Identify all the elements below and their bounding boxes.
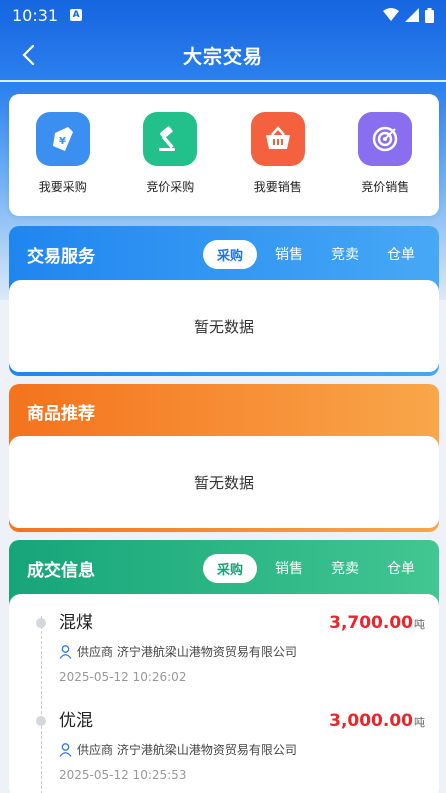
deals-list: 混煤 3,700.00 吨 供应商 济宁港航梁山港物资贸易有限公司 2025-0…	[9, 594, 439, 793]
tab-warehouse[interactable]: 仓单	[373, 244, 429, 264]
deal-price: 3,000.00	[329, 711, 413, 731]
deal-timestamp: 2025-05-12 10:26:02	[59, 670, 187, 684]
user-icon	[59, 644, 72, 659]
section-title: 商品推荐	[27, 403, 95, 424]
svg-text:¥: ¥	[59, 136, 66, 147]
quick-action-bid-purchase[interactable]: 竞价采购	[125, 112, 215, 216]
deal-item[interactable]: 混煤 3,700.00 吨 供应商 济宁港航梁山港物资贸易有限公司 2025-0…	[9, 594, 439, 692]
quick-actions-card: ¥ 我要采购 竞价采购 我要销售 竞价销售	[9, 94, 439, 216]
signal-icon	[405, 8, 419, 22]
deal-product-name: 优混	[59, 711, 93, 731]
quick-action-bid-sell[interactable]: 竞价销售	[340, 112, 430, 216]
wifi-icon	[383, 8, 399, 21]
battery-icon	[425, 7, 434, 23]
nav-bar: 大宗交易	[0, 30, 446, 82]
page-title: 大宗交易	[182, 45, 263, 68]
quick-action-sell[interactable]: 我要销售	[233, 112, 323, 216]
status-bar: 10:31 A	[0, 0, 446, 30]
quick-action-label: 我要销售	[253, 180, 302, 194]
tab-warehouse[interactable]: 仓单	[373, 558, 429, 578]
trade-service-body: 暂无数据	[9, 280, 439, 372]
deal-supplier: 供应商 济宁港航梁山港物资贸易有限公司	[77, 743, 297, 757]
tab-purchase[interactable]: 采购	[202, 553, 257, 583]
timeline-dot	[36, 716, 46, 726]
deals-section: 成交信息 采购 销售 竞卖 仓单 混煤 3,700.00 吨 供应商 济宁港航梁…	[9, 540, 439, 793]
deal-supplier: 供应商 济宁港航梁山港物资贸易有限公司	[77, 645, 297, 659]
recommend-body: 暂无数据	[9, 436, 439, 528]
deal-unit: 吨	[414, 716, 425, 729]
deal-timestamp: 2025-05-12 10:25:53	[59, 768, 187, 782]
recommend-header: 商品推荐	[9, 384, 439, 438]
section-title: 成交信息	[27, 560, 95, 581]
target-icon	[358, 112, 413, 166]
timeline-dot	[36, 618, 46, 628]
back-arrow-icon[interactable]	[16, 42, 42, 68]
tab-sell[interactable]: 销售	[261, 244, 317, 264]
deals-header: 成交信息 采购 销售 竞卖 仓单	[9, 540, 439, 596]
tab-auction[interactable]: 竞卖	[317, 558, 373, 578]
empty-state: 暂无数据	[193, 317, 254, 336]
deal-price: 3,700.00	[329, 613, 413, 633]
deal-product-name: 混煤	[59, 613, 93, 633]
basket-icon	[250, 112, 305, 166]
tab-purchase[interactable]: 采购	[202, 239, 257, 269]
trade-service-header: 交易服务 采购 销售 竞卖 仓单	[9, 226, 439, 282]
quick-action-label: 我要采购	[38, 180, 87, 194]
deals-tabs: 采购 销售 竞卖 仓单	[202, 553, 429, 583]
notification-icon: A	[70, 9, 83, 21]
quick-action-purchase[interactable]: ¥ 我要采购	[18, 112, 108, 216]
tab-sell[interactable]: 销售	[261, 558, 317, 578]
auction-hammer-icon	[143, 112, 198, 166]
trade-service-section: 交易服务 采购 销售 竞卖 仓单 暂无数据	[9, 226, 439, 376]
deal-unit: 吨	[414, 618, 425, 631]
section-title: 交易服务	[27, 246, 95, 267]
purchase-bag-icon: ¥	[35, 112, 90, 166]
deal-item[interactable]: 优混 3,000.00 吨 供应商 济宁港航梁山港物资贸易有限公司 2025-0…	[9, 692, 439, 790]
recommend-section: 商品推荐 暂无数据	[9, 384, 439, 532]
tab-auction[interactable]: 竞卖	[317, 244, 373, 264]
quick-action-label: 竞价销售	[361, 180, 410, 194]
quick-action-label: 竞价采购	[146, 180, 195, 194]
status-time: 10:31	[12, 5, 59, 25]
trade-service-tabs: 采购 销售 竞卖 仓单	[202, 239, 429, 269]
user-icon	[59, 742, 72, 757]
empty-state: 暂无数据	[193, 473, 254, 492]
